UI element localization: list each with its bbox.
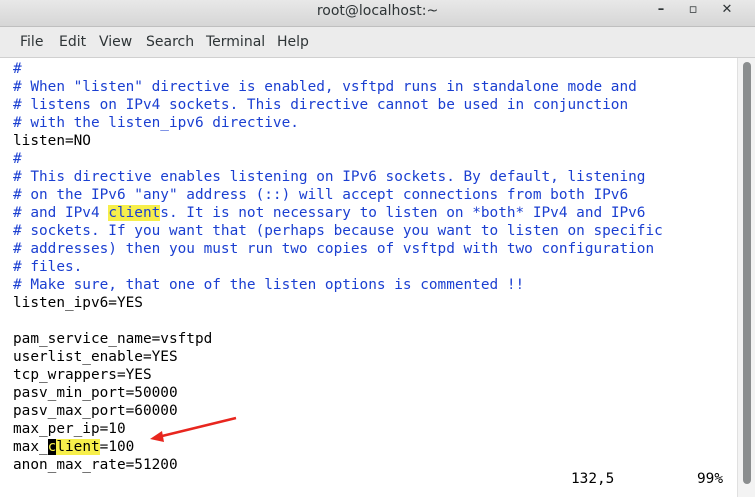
terminal-line: # Make sure, that one of the listen opti… xyxy=(13,277,525,293)
menu-terminal[interactable]: Terminal xyxy=(206,27,265,57)
menu-search[interactable]: Search xyxy=(146,27,194,57)
terminal-line: tcp_wrappers=YES xyxy=(13,367,152,383)
menu-file[interactable]: File xyxy=(20,27,43,57)
terminal-line: # on the IPv6 "any" address (::) will ac… xyxy=(13,187,629,203)
scrollbar-thumb[interactable] xyxy=(743,62,751,484)
close-button[interactable]: ✕ xyxy=(716,2,738,20)
vertical-scrollbar[interactable] xyxy=(737,58,755,497)
terminal-line: # sockets. If you want that (perhaps bec… xyxy=(13,223,663,239)
terminal-line: pasv_min_port=50000 xyxy=(13,385,178,401)
terminal-line: max_per_ip=10 xyxy=(13,421,126,437)
terminal-line: pam_service_name=vsftpd xyxy=(13,331,213,347)
window-title: root@localhost:~ xyxy=(316,3,439,19)
menu-edit[interactable]: Edit xyxy=(59,27,86,57)
terminal-line: userlist_enable=YES xyxy=(13,349,178,365)
terminal-line: # xyxy=(13,61,22,77)
terminal-line: # This directive enables listening on IP… xyxy=(13,169,646,185)
menu-view[interactable]: View xyxy=(99,27,132,57)
terminal-line: listen_ipv6=YES xyxy=(13,295,143,311)
minimize-button[interactable]: – xyxy=(650,2,672,20)
search-highlight: lient xyxy=(56,439,100,455)
terminal-line: listen=NO xyxy=(13,133,91,149)
search-highlight: client xyxy=(108,205,161,221)
terminal-line: # addresses) then you must run two copie… xyxy=(13,241,655,257)
terminal-line: anon_max_rate=51200 xyxy=(13,457,178,473)
terminal-line: # files. xyxy=(13,259,83,275)
annotation-arrow xyxy=(150,416,237,442)
terminal-window: root@localhost:~ – ▫ ✕ File Edit View Se… xyxy=(0,0,755,497)
menu-help[interactable]: Help xyxy=(277,27,309,57)
terminal-line: # xyxy=(13,151,22,167)
terminal-line: # When "listen" directive is enabled, vs… xyxy=(13,79,637,95)
scroll-percent: 99% xyxy=(697,471,723,487)
terminal-line: # listens on IPv4 sockets. This directiv… xyxy=(13,97,629,113)
cursor-position: 132,5 xyxy=(571,471,615,487)
terminal-line: # with the listen_ipv6 directive. xyxy=(13,115,299,131)
terminal-line: max_client=100 xyxy=(13,439,135,455)
menu-bar: File Edit View Search Terminal Help xyxy=(0,27,755,58)
maximize-button[interactable]: ▫ xyxy=(682,2,704,20)
terminal-content[interactable]: # # When "listen" directive is enabled, v… xyxy=(0,58,737,497)
title-bar[interactable]: root@localhost:~ – ▫ ✕ xyxy=(0,0,755,27)
terminal-line: # and IPv4 clients. It is not necessary … xyxy=(13,205,646,221)
